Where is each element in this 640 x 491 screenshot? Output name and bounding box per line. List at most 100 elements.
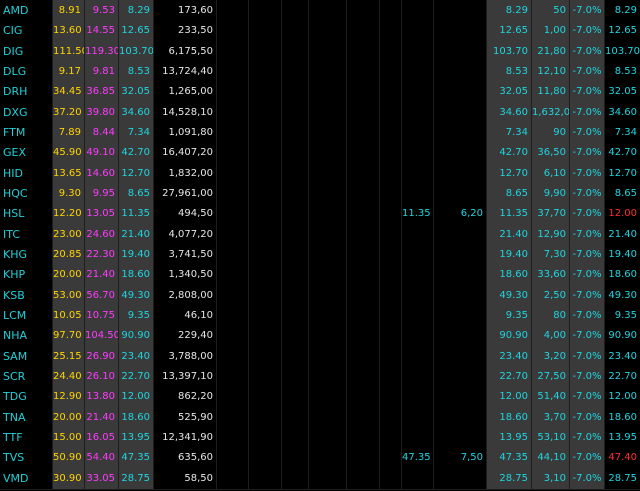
best-bid-price-cell: [402, 366, 434, 388]
match-volume-cell: 51,40: [532, 386, 570, 409]
bid-price-2-cell: [282, 427, 309, 449]
floor-price-cell: 19.40: [119, 244, 154, 266]
bid-volume-2-cell: [309, 40, 347, 63]
ceiling-price-cell: 26.10: [85, 366, 119, 388]
symbol-cell[interactable]: ITC: [0, 223, 53, 246]
reference-price-cell: 25.15: [53, 345, 85, 368]
total-volume-cell: 16,407,20: [154, 142, 217, 165]
bid-volume-2-cell: [309, 406, 347, 429]
bid-volume-2-cell: [309, 345, 347, 368]
symbol-cell[interactable]: AMD: [0, 0, 53, 22]
high-price-cell: 12.00: [605, 386, 640, 409]
best-bid-volume-cell: [434, 325, 487, 348]
ceiling-price-cell: 39.80: [85, 101, 119, 124]
price-board: AMD 8.91 9.53 8.29 173,60 8.29 50 -7.0% 8.29 CIG 1…: [0, 0, 640, 491]
symbol-cell[interactable]: TTF: [0, 427, 53, 449]
symbol-cell[interactable]: HSL: [0, 203, 53, 226]
high-price-cell: 12.00: [605, 203, 640, 226]
best-bid-price-cell: [402, 284, 434, 307]
floor-price-cell: 8.29: [119, 0, 154, 22]
total-volume-cell: 4,077,20: [154, 223, 217, 246]
match-volume-cell: 21,80: [532, 40, 570, 63]
symbol-cell[interactable]: CIG: [0, 20, 53, 43]
ceiling-price-cell: 10.75: [85, 305, 119, 327]
symbol-cell[interactable]: DLG: [0, 61, 53, 83]
bid-price-2-cell: [282, 345, 309, 368]
total-volume-cell: 58,50: [154, 467, 217, 490]
bid-volume-3-cell: [249, 406, 282, 429]
bid-volume-3-cell: [249, 325, 282, 348]
symbol-cell[interactable]: HID: [0, 162, 53, 185]
bid-price-1-cell: [347, 366, 380, 388]
symbol-cell[interactable]: GEX: [0, 142, 53, 165]
change-percent-cell: -7.0%: [570, 142, 605, 165]
ceiling-price-cell: 36.85: [85, 81, 119, 104]
bid-volume-3-cell: [249, 366, 282, 388]
high-price-cell: 8.29: [605, 0, 640, 22]
symbol-cell[interactable]: SAM: [0, 345, 53, 368]
bid-price-3-cell: [217, 81, 249, 104]
reference-price-cell: 20.85: [53, 244, 85, 266]
symbol-cell[interactable]: HQC: [0, 183, 53, 205]
symbol-cell[interactable]: FTM: [0, 122, 53, 144]
bid-price-3-cell: [217, 427, 249, 449]
bid-volume-3-cell: [249, 40, 282, 63]
reference-price-cell: 10.05: [53, 305, 85, 327]
reference-price-cell: 12.20: [53, 203, 85, 226]
match-volume-cell: 1,632,00: [532, 101, 570, 124]
bid-volume-3-cell: [249, 284, 282, 307]
symbol-cell[interactable]: NHA: [0, 325, 53, 348]
bid-volume-1-cell: [380, 183, 402, 205]
table-row[interactable]: VMD 30.90 33.05 28.75 58,50 28.75 3,10 -7.0% 28.…: [0, 467, 640, 491]
bid-price-3-cell: [217, 264, 249, 287]
symbol-cell[interactable]: TVS: [0, 447, 53, 470]
bid-price-2-cell: [282, 20, 309, 43]
symbol-cell[interactable]: DIG: [0, 40, 53, 63]
best-bid-price-cell: [402, 101, 434, 124]
symbol-cell[interactable]: DRH: [0, 81, 53, 104]
best-bid-volume-cell: 7,50: [434, 447, 487, 470]
match-price-cell: 12.70: [487, 162, 532, 185]
symbol-cell[interactable]: KSB: [0, 284, 53, 307]
high-price-cell: 34.60: [605, 101, 640, 124]
symbol-cell[interactable]: TDG: [0, 386, 53, 409]
symbol-cell[interactable]: KHP: [0, 264, 53, 287]
ceiling-price-cell: 16.05: [85, 427, 119, 449]
bid-price-1-cell: [347, 223, 380, 246]
total-volume-cell: 862,20: [154, 386, 217, 409]
bid-price-3-cell: [217, 0, 249, 22]
floor-price-cell: 18.60: [119, 406, 154, 429]
match-price-cell: 8.53: [487, 61, 532, 83]
total-volume-cell: 1,265,00: [154, 81, 217, 104]
symbol-cell[interactable]: DXG: [0, 101, 53, 124]
symbol-cell[interactable]: LCM: [0, 305, 53, 327]
bid-price-3-cell: [217, 284, 249, 307]
reference-price-cell: 15.00: [53, 427, 85, 449]
bid-volume-3-cell: [249, 20, 282, 43]
total-volume-cell: 1,340,50: [154, 264, 217, 287]
best-bid-price-cell: [402, 305, 434, 327]
bid-price-1-cell: [347, 406, 380, 429]
bid-price-3-cell: [217, 325, 249, 348]
ceiling-price-cell: 104.50: [85, 325, 119, 348]
symbol-cell[interactable]: SCR: [0, 366, 53, 388]
bid-price-3-cell: [217, 366, 249, 388]
bid-price-2-cell: [282, 284, 309, 307]
bid-volume-1-cell: [380, 101, 402, 124]
bid-price-3-cell: [217, 20, 249, 43]
best-bid-volume-cell: [434, 0, 487, 22]
bid-price-1-cell: [347, 0, 380, 22]
symbol-cell[interactable]: TNA: [0, 406, 53, 429]
total-volume-cell: 1,091,80: [154, 122, 217, 144]
bid-volume-2-cell: [309, 0, 347, 22]
bid-volume-1-cell: [380, 447, 402, 470]
floor-price-cell: 23.40: [119, 345, 154, 368]
best-bid-price-cell: [402, 162, 434, 185]
bid-volume-1-cell: [380, 203, 402, 226]
symbol-cell[interactable]: KHG: [0, 244, 53, 266]
ceiling-price-cell: 13.05: [85, 203, 119, 226]
bid-volume-2-cell: [309, 183, 347, 205]
bid-price-2-cell: [282, 244, 309, 266]
symbol-cell[interactable]: VMD: [0, 467, 53, 490]
reference-price-cell: 13.60: [53, 20, 85, 43]
